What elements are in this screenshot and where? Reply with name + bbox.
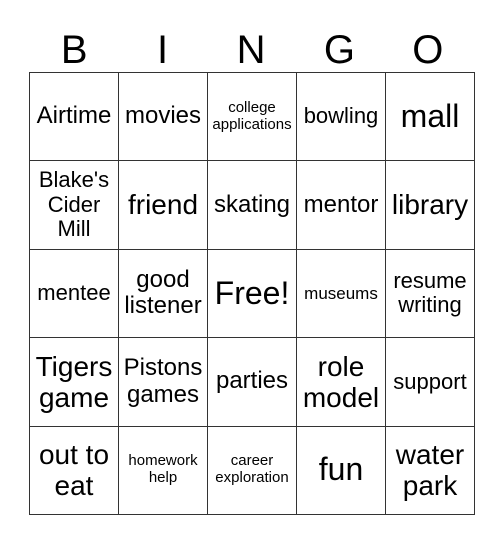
bingo-cell[interactable]: college applications — [207, 71, 297, 162]
bingo-grid: Airtime movies college applications bowl… — [29, 71, 475, 516]
bingo-cell[interactable]: homework help — [118, 425, 208, 516]
bingo-cell[interactable]: mall — [385, 71, 475, 162]
header-letter-n: N — [236, 28, 266, 72]
bingo-cell[interactable]: role model — [296, 337, 386, 427]
bingo-cell[interactable]: parties — [207, 337, 297, 427]
bingo-cell[interactable]: resume writing — [385, 248, 475, 339]
bingo-cell[interactable]: Blake's Cider Mill — [29, 160, 119, 250]
bingo-row: Airtime movies college applications bowl… — [29, 71, 475, 162]
bingo-cell[interactable]: career exploration — [207, 425, 297, 516]
free-space-cell[interactable]: Free! — [207, 248, 297, 339]
bingo-cell[interactable]: Airtime — [29, 71, 119, 162]
bingo-cell[interactable]: Pistons games — [118, 337, 208, 427]
bingo-row: mentee good listener Free! museums resum… — [29, 248, 475, 339]
header-letter-i: I — [157, 28, 169, 72]
header-letter-b: B — [60, 28, 88, 72]
bingo-cell[interactable]: friend — [118, 160, 208, 250]
header-letter-g: G — [323, 28, 355, 72]
bingo-cell[interactable]: support — [385, 337, 475, 427]
bingo-cell[interactable]: bowling — [296, 71, 386, 162]
bingo-cell[interactable]: movies — [118, 71, 208, 162]
bingo-cell[interactable]: fun — [296, 425, 386, 516]
bingo-cell[interactable]: water park — [385, 425, 475, 516]
bingo-cell[interactable]: skating — [207, 160, 297, 250]
bingo-cell[interactable]: library — [385, 160, 475, 250]
bingo-row: Blake's Cider Mill friend skating mentor… — [29, 160, 475, 250]
bingo-cell[interactable]: museums — [296, 248, 386, 339]
bingo-cell[interactable]: out to eat — [29, 425, 119, 516]
bingo-cell[interactable]: mentee — [29, 248, 119, 339]
bingo-header: B I N G O — [30, 28, 472, 72]
bingo-cell[interactable]: mentor — [296, 160, 386, 250]
bingo-cell[interactable]: good listener — [118, 248, 208, 339]
bingo-row: out to eat homework help career explorat… — [29, 425, 475, 516]
header-letter-o: O — [412, 28, 444, 72]
bingo-cell[interactable]: Tigers game — [29, 337, 119, 427]
bingo-row: Tigers game Pistons games parties role m… — [29, 337, 475, 427]
